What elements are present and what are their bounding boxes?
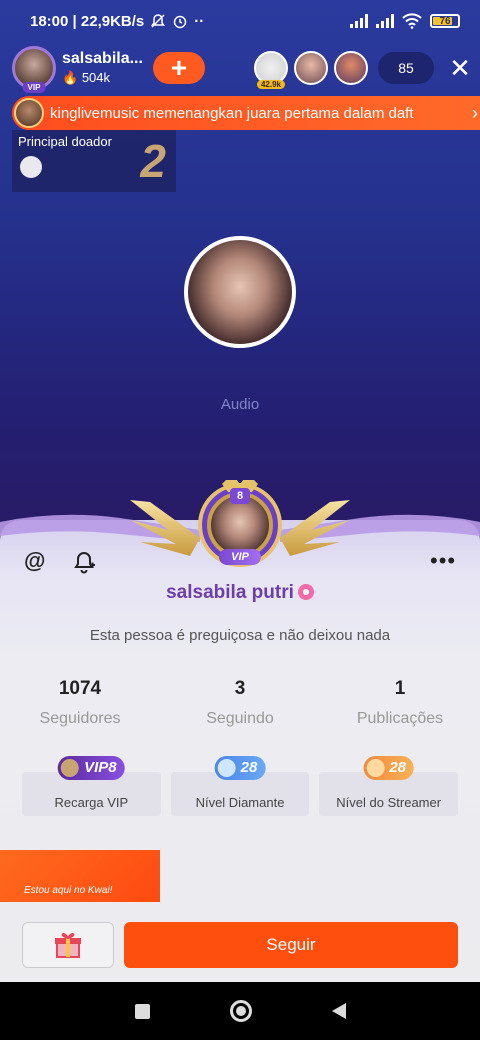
- host-vip-tag: VIP: [22, 82, 46, 93]
- back-icon[interactable]: [331, 1003, 346, 1019]
- viewer-avatar[interactable]: [294, 51, 328, 85]
- mention-icon[interactable]: @: [24, 550, 45, 572]
- battery-icon: 76: [430, 14, 460, 28]
- follow-button[interactable]: Seguir: [124, 922, 458, 968]
- follow-host-button[interactable]: +: [152, 52, 205, 84]
- streamer-level-badge: 28: [363, 756, 415, 780]
- viewer-list: 42.9k 85 ✕: [254, 51, 472, 89]
- stat-publications[interactable]: 1 Publicações: [320, 678, 480, 728]
- system-nav-bar: [0, 982, 480, 1040]
- notification-bell-icon[interactable]: [72, 550, 96, 574]
- home-icon[interactable]: [229, 1000, 252, 1022]
- signal-icon: [376, 14, 394, 28]
- diamond-level-card[interactable]: 28 Nível Diamante: [170, 756, 310, 816]
- vip-badge: VIP: [219, 549, 261, 565]
- crown-icon: [61, 759, 80, 777]
- room-mode-label: Audio: [220, 396, 260, 413]
- gift-button[interactable]: [22, 922, 114, 968]
- location-pin-icon: [297, 584, 314, 600]
- status-bar: 18:00 | 22,9KB/s ·· 76: [0, 0, 480, 42]
- more-options-icon[interactable]: •••: [430, 550, 456, 572]
- vip-level-badge: VIP8: [58, 756, 125, 780]
- broadcaster-avatar[interactable]: [184, 236, 296, 348]
- more-notifications-icon: ··: [194, 12, 205, 30]
- host-avatar[interactable]: VIP: [12, 46, 56, 93]
- stat-following[interactable]: 3 Seguindo: [160, 678, 320, 728]
- level-badge: 8: [230, 488, 250, 504]
- viewer-avatar[interactable]: 42.9k: [254, 51, 288, 89]
- donor-rank: 2: [140, 135, 166, 187]
- top-donor-label: Principal doador: [18, 134, 112, 149]
- host-info[interactable]: salsabila... 🔥 504k: [62, 50, 143, 86]
- vip-recharge-card[interactable]: VIP8 Recarga VIP: [22, 756, 161, 816]
- kwai-promo-banner[interactable]: Estou aqui no Kwai!: [0, 850, 160, 902]
- host-name: salsabila...: [62, 50, 143, 67]
- profile-stats: 1074 Seguidores 3 Seguindo 1 Publicações: [0, 678, 480, 728]
- announcement-text: kinglivemusic memenangkan juara pertama …: [50, 104, 414, 122]
- diamond-icon: [217, 759, 236, 777]
- diamond-level-badge: 28: [214, 756, 266, 780]
- profile-bio: Esta pessoa é preguiçosa e não deixou na…: [89, 627, 391, 644]
- wifi-icon: [402, 13, 422, 29]
- signal-icon: [350, 14, 368, 28]
- close-icon[interactable]: ✕: [448, 55, 472, 81]
- status-time: 18:00 | 22,9KB/s: [30, 12, 145, 30]
- recent-apps-icon[interactable]: [134, 1003, 150, 1019]
- viewer-tag: 42.9k: [256, 80, 286, 89]
- viewer-count[interactable]: 85: [378, 52, 434, 84]
- announcement-avatar: [14, 98, 44, 128]
- profile-name: salsabila putri: [0, 582, 480, 604]
- level-cards: VIP8 Recarga VIP 28 Nível Diamante 28 Ní…: [22, 756, 459, 816]
- announcement-marquee[interactable]: kinglivemusic memenangkan juara pertama …: [12, 96, 480, 130]
- chevron-right-icon: ›: [472, 102, 478, 123]
- stat-followers[interactable]: 1074 Seguidores: [0, 678, 160, 728]
- streamer-icon: [366, 759, 385, 777]
- alarm-icon: [174, 15, 187, 29]
- gift-icon: [55, 932, 81, 958]
- streamer-level-card[interactable]: 28 Nível do Streamer: [319, 756, 459, 816]
- viewer-avatar[interactable]: [334, 51, 368, 85]
- host-bar: VIP salsabila... 🔥 504k + 42.9k 85 ✕: [12, 44, 472, 93]
- top-donor-panel[interactable]: Principal doador 2: [12, 130, 176, 192]
- mute-bell-icon: [151, 14, 166, 28]
- donor-avatar: [20, 156, 42, 178]
- bottom-actions: Seguir: [22, 922, 458, 968]
- host-likes: 🔥 504k: [62, 70, 111, 85]
- flame-icon: 🔥: [62, 70, 79, 85]
